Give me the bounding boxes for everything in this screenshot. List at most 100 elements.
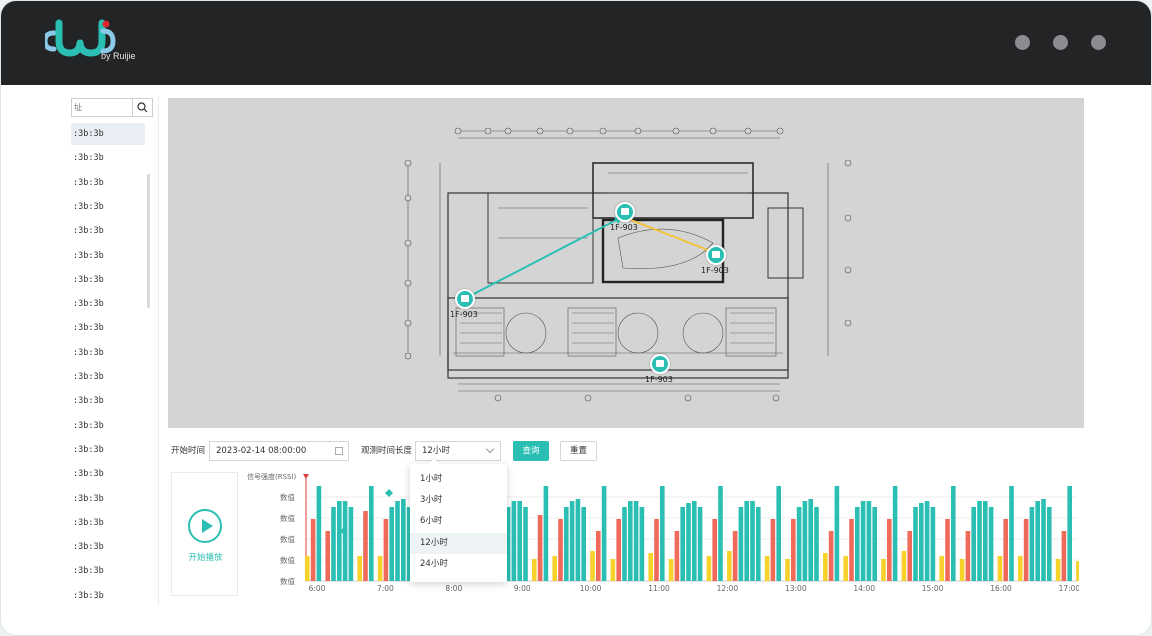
ap-marker-icon[interactable] xyxy=(650,354,670,374)
device-sidebar: :3b:3b:3b:3b:3b:3b:3b:3b:3b:3b:3b:3b:3b:… xyxy=(41,96,159,606)
ap-marker-icon[interactable] xyxy=(615,202,635,222)
bar-red xyxy=(616,519,621,581)
bar-teal xyxy=(639,507,645,581)
bar-teal xyxy=(369,486,374,581)
bar-teal xyxy=(581,507,586,581)
duration-option[interactable]: 6小时 xyxy=(410,511,507,532)
sidebar-item[interactable]: :3b:3b xyxy=(71,269,145,291)
y-tick-label: 数值 xyxy=(280,513,295,523)
duration-option[interactable]: 3小时 xyxy=(410,490,507,511)
bar-teal xyxy=(1041,499,1046,581)
bar-red xyxy=(907,531,912,581)
ap-marker-icon[interactable] xyxy=(455,289,475,309)
bar-yellow xyxy=(785,559,790,581)
sidebar-item[interactable]: :3b:3b xyxy=(71,220,145,242)
sidebar-item[interactable]: :3b:3b xyxy=(71,293,145,315)
playback-card[interactable]: 开始播放 xyxy=(171,472,238,596)
sidebar-item[interactable]: :3b:3b xyxy=(71,512,145,534)
bar-teal xyxy=(564,507,569,581)
sidebar-item[interactable]: :3b:3b xyxy=(71,317,145,339)
bar-red xyxy=(849,519,854,581)
bar-red xyxy=(1003,519,1008,581)
y-axis-label: 信号强度(RSSI) xyxy=(247,472,297,481)
window-dot-icon[interactable] xyxy=(1053,35,1068,50)
sidebar-item[interactable]: :3b:3b xyxy=(71,415,145,437)
search-icon[interactable] xyxy=(132,99,152,116)
sidebar-item[interactable]: :3b:3b xyxy=(71,196,145,218)
calendar-icon[interactable] xyxy=(335,447,343,455)
bar-red xyxy=(828,531,834,581)
bar-yellow xyxy=(997,556,1003,581)
bar-teal xyxy=(622,507,627,581)
start-time-input[interactable]: 2023-02-14 08:00:00 xyxy=(209,441,349,461)
ap-marker-icon[interactable] xyxy=(706,245,726,265)
duration-select[interactable]: 12小时 xyxy=(415,441,501,461)
sidebar-item[interactable]: :3b:3b xyxy=(71,439,145,461)
bar-teal xyxy=(866,501,872,581)
bar-red xyxy=(558,519,563,581)
search-input[interactable] xyxy=(72,99,132,116)
bar-teal xyxy=(692,501,697,581)
x-tick-label: 13:00 xyxy=(785,584,807,593)
bar-teal xyxy=(348,507,354,581)
bar-red xyxy=(712,519,717,581)
duration-option[interactable]: 1小时 xyxy=(410,469,507,490)
window-dot-icon[interactable] xyxy=(1091,35,1106,50)
sidebar-item[interactable]: :3b:3b xyxy=(71,245,145,267)
bar-red xyxy=(1061,531,1067,581)
filter-controls: 开始时间 2023-02-14 08:00:00 观测时间长度 12小时 查询 … xyxy=(171,441,1071,461)
bar-yellow xyxy=(357,556,362,581)
sidebar-item[interactable]: :3b:3b xyxy=(71,390,145,412)
play-icon[interactable] xyxy=(188,509,222,543)
y-tick-label: 数值 xyxy=(280,576,295,586)
query-button[interactable]: 查询 xyxy=(513,441,549,461)
sidebar-item[interactable]: :3b:3b xyxy=(71,172,145,194)
sidebar-item[interactable]: :3b:3b xyxy=(71,463,145,485)
bar-teal xyxy=(575,499,581,581)
bar-teal xyxy=(971,507,976,581)
x-tick-label: 10:00 xyxy=(580,584,602,593)
duration-option[interactable]: 12小时 xyxy=(410,532,507,554)
sidebar-item[interactable]: :3b:3b xyxy=(71,560,145,582)
sidebar-scrollbar[interactable] xyxy=(147,174,150,308)
bar-yellow xyxy=(823,553,828,581)
start-time-value: 2023-02-14 08:00:00 xyxy=(216,446,307,456)
bar-red xyxy=(965,531,971,581)
reset-button[interactable]: 重置 xyxy=(560,441,597,461)
bar-teal xyxy=(337,501,342,581)
bar-teal xyxy=(543,486,549,581)
bar-teal xyxy=(511,501,517,581)
floor-plan-map[interactable]: 1F-903 1F-903 1F-903 1F-903 xyxy=(168,98,1084,428)
duration-option[interactable]: 24小时 xyxy=(410,554,507,575)
bar-teal xyxy=(855,507,860,581)
sidebar-item[interactable]: :3b:3b xyxy=(71,536,145,558)
bar-red xyxy=(945,519,950,581)
bar-teal xyxy=(1047,507,1052,581)
bar-yellow xyxy=(552,556,557,581)
bar-teal xyxy=(988,507,994,581)
bar-red xyxy=(770,519,776,581)
bar-red xyxy=(537,515,543,581)
sidebar-item[interactable]: :3b:3b xyxy=(71,342,145,364)
bar-yellow xyxy=(881,559,886,581)
bar-yellow xyxy=(532,559,537,581)
bar-yellow xyxy=(1018,556,1023,581)
sidebar-item[interactable]: :3b:3b xyxy=(71,585,145,606)
sidebar-item[interactable]: :3b:3b xyxy=(71,147,145,169)
x-tick-label: 9:00 xyxy=(514,584,531,593)
bar-red xyxy=(596,531,601,581)
sidebar-item[interactable]: :3b:3b xyxy=(71,123,145,145)
bar-teal xyxy=(924,501,930,581)
window-dot-icon[interactable] xyxy=(1015,35,1030,50)
sidebar-item[interactable]: :3b:3b xyxy=(71,366,145,388)
x-tick-label: 7:00 xyxy=(377,584,394,593)
bar-teal xyxy=(517,501,522,581)
ap-marker-label: 1F-903 xyxy=(645,375,673,384)
bar-teal xyxy=(738,507,744,581)
sidebar-item[interactable]: :3b:3b xyxy=(71,488,145,510)
bar-teal xyxy=(1029,507,1035,581)
bar-teal xyxy=(892,486,898,581)
bar-teal xyxy=(628,501,633,581)
bar-teal xyxy=(660,486,665,581)
search-box[interactable] xyxy=(71,98,153,117)
